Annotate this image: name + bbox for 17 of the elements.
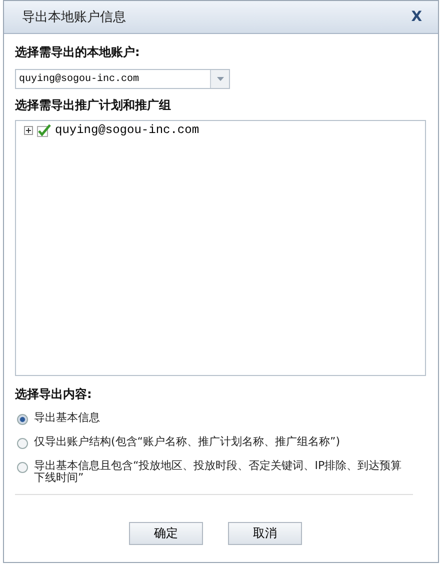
option-label: 导出基本信息 [34, 412, 101, 424]
tree-item[interactable]: quying@sogou-inc.com [55, 123, 200, 137]
section-label: 选择导出内容: [15, 386, 93, 403]
expand-icon[interactable] [24, 126, 33, 134]
window-title: 导出本地账户信息 [22, 9, 126, 26]
dialog-button[interactable]: 取消 [228, 522, 302, 545]
section-label: 选择需导出推广计划和推广组 [15, 97, 172, 114]
dialog-button[interactable]: 确定 [129, 522, 203, 545]
close-button[interactable]: X [409, 9, 424, 25]
radio-button[interactable] [17, 438, 28, 449]
option-label: 导出基本信息且包含“投放地区、投放时段、否定关键词、IP排除、到达预算下线时间” [34, 460, 403, 484]
radio-button[interactable] [17, 414, 28, 425]
radio-button[interactable] [17, 462, 28, 473]
option-label: 仅导出账户结构(包含“账户名称、推广计划名称、推广组名称”) [34, 436, 341, 448]
checkmark-icon[interactable] [37, 124, 51, 136]
account-dropdown[interactable]: quying@sogou-inc.com [15, 69, 230, 89]
section-label: 选择需导出的本地账户: [15, 44, 141, 61]
